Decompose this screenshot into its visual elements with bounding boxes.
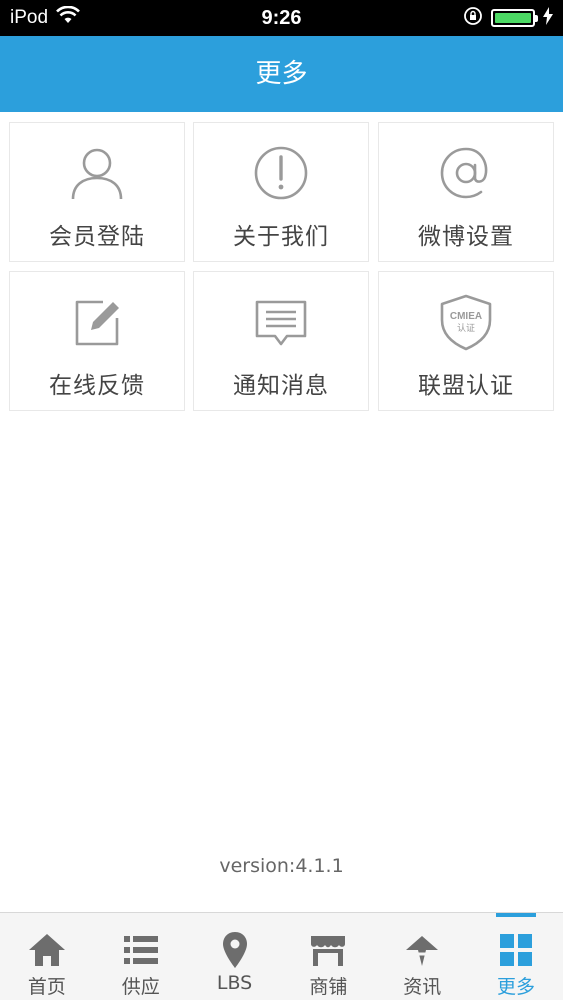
battery-icon [491,9,538,27]
store-icon [307,931,349,969]
badge-text-cert: 认证 [457,322,475,334]
tab-label: 供应 [121,976,160,998]
info-exclamation-icon [251,143,311,203]
grid-item-weibo-settings[interactable]: 微博设置 [378,122,554,262]
grid-item-label: 通知消息 [233,373,329,399]
message-icon [251,292,311,352]
tab-label: 商铺 [309,976,348,998]
version-text: version:4.1.1 [219,855,344,877]
edit-icon [67,292,127,352]
tab-supply[interactable]: 供应 [94,913,188,1000]
grid-item-about-us[interactable]: 关于我们 [193,122,369,262]
grid-item-label: 在线反馈 [49,373,145,399]
grid-item-alliance-certification[interactable]: CMIEA 认证 联盟认证 [378,271,554,411]
shield-badge-icon: CMIEA 认证 [436,292,496,352]
grid-item-label: 关于我们 [233,224,329,250]
tab-label: 资讯 [403,976,442,998]
tab-news[interactable]: 资讯 [375,913,469,1000]
orientation-lock-icon [463,6,483,31]
tab-store[interactable]: 商铺 [281,913,375,1000]
tab-bar: 首页 供应 LBS 商铺 资讯 更多 [0,912,563,1000]
tab-lbs[interactable]: LBS [188,913,282,1000]
grid-item-member-login[interactable]: 会员登陆 [9,122,185,262]
news-icon [401,931,443,969]
at-icon [436,143,496,203]
tab-label: LBS [216,972,253,994]
carrier-label: iPod [10,7,49,28]
grid-item-label: 会员登陆 [49,224,145,250]
list-icon [120,931,162,969]
grid-item-online-feedback[interactable]: 在线反馈 [9,271,185,411]
tab-home[interactable]: 首页 [0,913,94,1000]
wifi-icon [56,5,80,30]
tab-label: 更多 [497,976,536,998]
tab-more[interactable]: 更多 [469,913,563,1000]
grid-item-notifications[interactable]: 通知消息 [193,271,369,411]
grid-icon [495,931,537,969]
grid-item-label: 微博设置 [418,224,514,250]
location-pin-icon [214,931,256,969]
badge-text-cmiea: CMIEA [450,311,482,322]
charging-bolt-icon [543,6,553,30]
user-icon [67,143,127,203]
tab-label: 首页 [27,976,66,998]
status-bar: iPod 9:26 [0,0,563,36]
home-icon [26,931,68,969]
grid-item-label: 联盟认证 [418,373,514,399]
page-title: 更多 [0,36,563,112]
